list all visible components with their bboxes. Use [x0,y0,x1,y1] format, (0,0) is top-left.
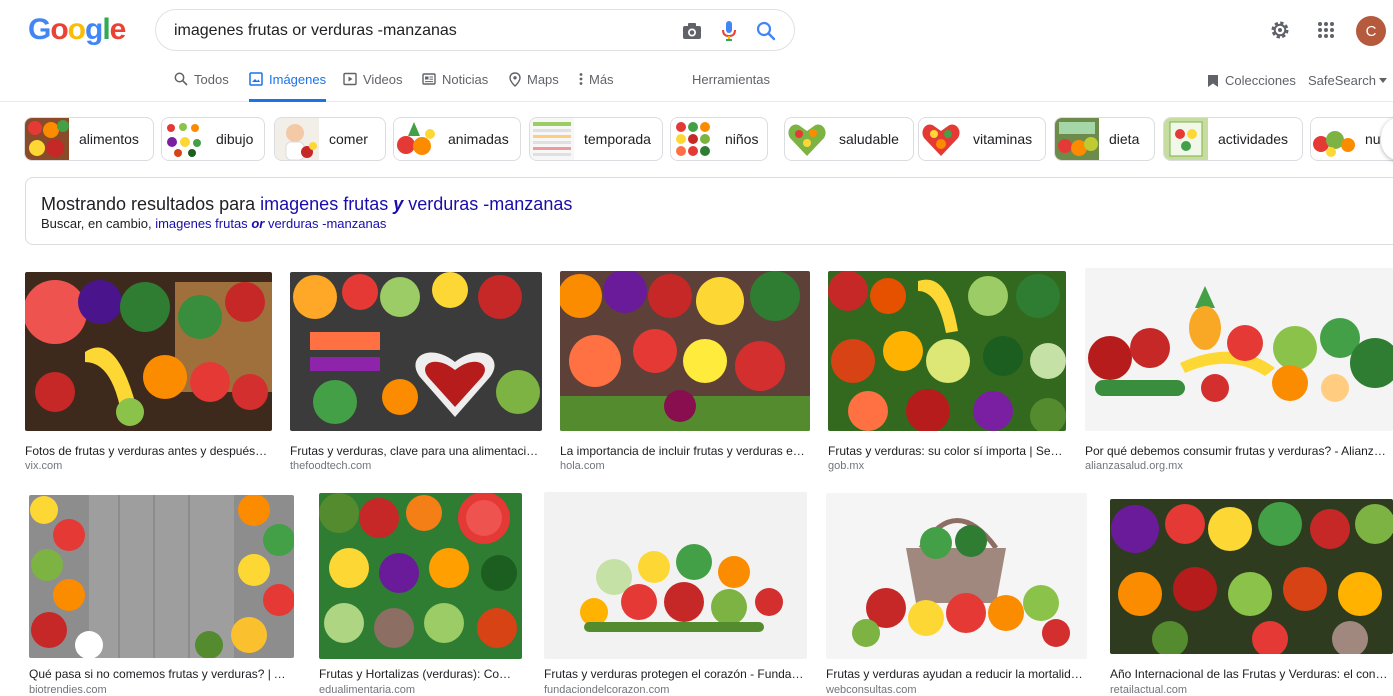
image-result[interactable]: Frutas y Hortalizas (verduras): Compo...… [319,493,522,696]
chip-thumbnail [1164,118,1208,160]
related-search-chips: alimentos dibujo comer animadas temporad… [24,117,1393,162]
google-logo[interactable]: Google [28,12,126,48]
chip-dieta[interactable]: dieta [1054,117,1155,161]
video-icon [343,72,357,86]
chip-thumbnail [162,118,206,160]
chip-thumbnail [671,118,715,160]
result-image [544,492,807,659]
chip-thumbnail [919,118,963,160]
search-box [155,9,795,51]
showing-results-line: Mostrando resultados para imagenes fruta… [41,194,573,214]
chip-ninos[interactable]: niños [670,117,768,161]
account-avatar[interactable]: C [1356,16,1386,46]
apps-grid-icon[interactable] [1312,16,1340,44]
result-image [25,272,272,431]
chip-dibujo[interactable]: dibujo [161,117,265,161]
chip-thumbnail [1055,118,1099,160]
tab-imagenes[interactable]: Imágenes [249,72,327,102]
chip-comer[interactable]: comer [274,117,386,161]
chip-thumbnail [394,118,438,160]
tab-todos[interactable]: Todos [174,72,229,102]
result-image [826,493,1087,659]
map-pin-icon [509,72,521,87]
tab-videos[interactable]: Videos [343,72,403,102]
image-result[interactable]: Qué pasa si no comemos frutas y verduras… [29,495,294,696]
search-input[interactable] [174,19,654,43]
result-image [319,493,522,659]
caret-down-icon [1378,78,1387,83]
result-image [1085,268,1393,431]
chip-saludable[interactable]: saludable [784,117,914,161]
image-result[interactable]: Por qué debemos consumir frutas y verdur… [1085,268,1393,472]
chip-thumbnail [25,118,69,160]
image-result[interactable]: Frutas y verduras, clave para una alimen… [290,272,542,472]
chip-vitaminas[interactable]: vitaminas [918,117,1046,161]
image-result[interactable]: Frutas y verduras: su color sí importa |… [828,271,1066,472]
search-icon[interactable] [754,19,778,43]
corrected-query-link[interactable]: imagenes frutas y verduras -manzanas [260,194,572,214]
result-image [1110,499,1393,654]
chip-temporada[interactable]: temporada [529,117,663,161]
image-result[interactable]: Año Internacional de las Frutas y Verdur… [1110,499,1393,696]
image-result[interactable]: Fotos de frutas y verduras antes y despu… [25,272,272,472]
collections-link[interactable]: Colecciones [1207,73,1296,88]
chip-thumbnail [1311,118,1355,160]
chip-thumbnail [275,118,319,160]
tab-mas[interactable]: Más [579,72,614,102]
tab-maps[interactable]: Maps [509,72,559,102]
search-instead-line: Buscar, en cambio, imagenes frutas or ve… [41,216,387,231]
image-result[interactable]: Frutas y verduras protegen el corazón - … [544,492,807,696]
result-image [29,495,294,658]
result-image [560,271,810,431]
image-icon [249,72,263,86]
image-result[interactable]: Frutas y verduras ayudan a reducir la mo… [826,493,1087,696]
result-image [828,271,1066,431]
news-icon [422,73,436,85]
chip-thumbnail [530,118,574,160]
search-icon [174,72,188,86]
original-query-link[interactable]: imagenes frutas or verduras -manzanas [155,216,386,231]
chip-alimentos[interactable]: alimentos [24,117,154,161]
search-tabs: Todos Imágenes Videos Noticias Maps Más … [0,60,1393,102]
chip-actividades[interactable]: actividades [1163,117,1303,161]
header: Google C [0,0,1393,60]
result-image [290,272,542,431]
more-vert-icon [579,73,583,85]
spelling-correction: Mostrando resultados para imagenes fruta… [25,177,1393,245]
chip-thumbnail [785,118,829,160]
tools-button[interactable]: Herramientas [692,72,770,87]
camera-icon[interactable] [680,19,704,43]
bookmark-icon [1208,74,1218,87]
image-result[interactable]: La importancia de incluir frutas y verdu… [560,271,810,472]
tab-noticias[interactable]: Noticias [422,72,488,102]
safesearch-dropdown[interactable]: SafeSearch [1308,73,1387,88]
settings-gear-icon[interactable] [1266,16,1294,44]
chip-animadas[interactable]: animadas [393,117,521,161]
microphone-icon[interactable] [717,19,741,43]
